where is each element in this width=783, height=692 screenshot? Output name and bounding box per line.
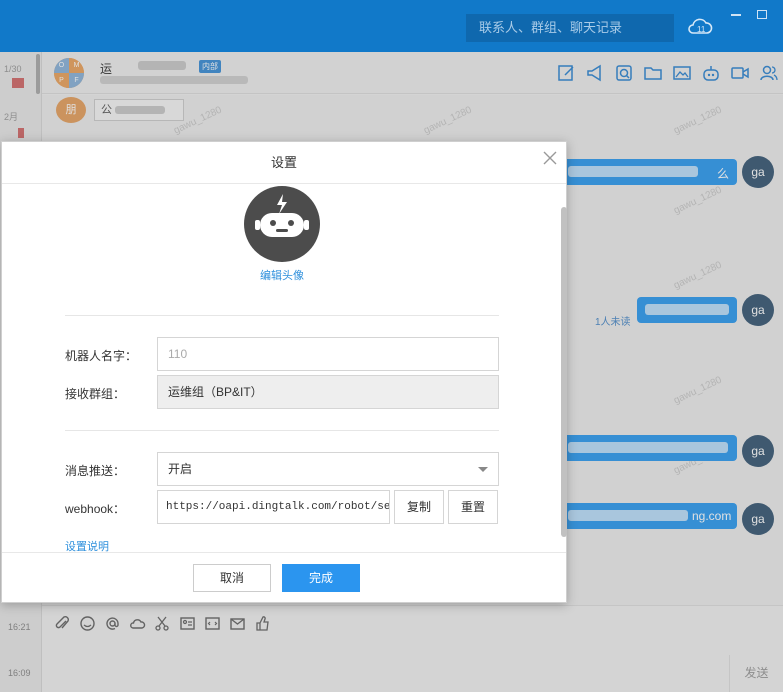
svg-text:11: 11 bbox=[697, 25, 706, 34]
push-select[interactable]: 开启 bbox=[157, 452, 499, 486]
robot-avatar[interactable] bbox=[244, 186, 320, 262]
cloud-sync-icon[interactable]: 11 bbox=[686, 13, 714, 41]
receive-group-field: 运维组（BP&IT） bbox=[157, 375, 499, 409]
reset-button[interactable]: 重置 bbox=[448, 490, 498, 524]
caret-down-icon bbox=[478, 467, 488, 472]
settings-dialog: 设置 编辑头像 机器人名字： 110 接收群组： 运维组（BP&IT） 消息推送… bbox=[1, 141, 567, 603]
dialog-footer: 取消 完成 bbox=[2, 552, 566, 604]
cancel-button[interactable]: 取消 bbox=[193, 564, 271, 592]
robot-face-icon bbox=[255, 194, 309, 237]
webhook-label: webhook： bbox=[65, 502, 126, 516]
robot-name-input[interactable]: 110 bbox=[157, 337, 499, 371]
robot-name-label: 机器人名字： bbox=[65, 349, 138, 363]
receive-group-label: 接收群组： bbox=[65, 387, 126, 401]
push-select-value: 开启 bbox=[168, 462, 193, 476]
copy-button[interactable]: 复制 bbox=[394, 490, 444, 524]
dialog-title: 设置 bbox=[2, 142, 566, 184]
maximize-icon[interactable] bbox=[757, 10, 767, 19]
minimize-icon[interactable] bbox=[731, 14, 741, 16]
global-search-input[interactable]: 联系人、群组、聊天记录 bbox=[466, 14, 674, 42]
divider bbox=[65, 315, 499, 316]
dialog-scrollbar[interactable] bbox=[561, 207, 567, 537]
close-icon[interactable] bbox=[543, 151, 557, 165]
divider bbox=[65, 430, 499, 431]
webhook-input[interactable]: https://oapi.dingtalk.com/robot/send? bbox=[157, 490, 390, 524]
done-button[interactable]: 完成 bbox=[282, 564, 360, 592]
title-bar: 联系人、群组、聊天记录 11 bbox=[0, 0, 783, 52]
edit-avatar-link[interactable]: 编辑头像 bbox=[2, 267, 562, 283]
push-label: 消息推送： bbox=[65, 464, 126, 478]
